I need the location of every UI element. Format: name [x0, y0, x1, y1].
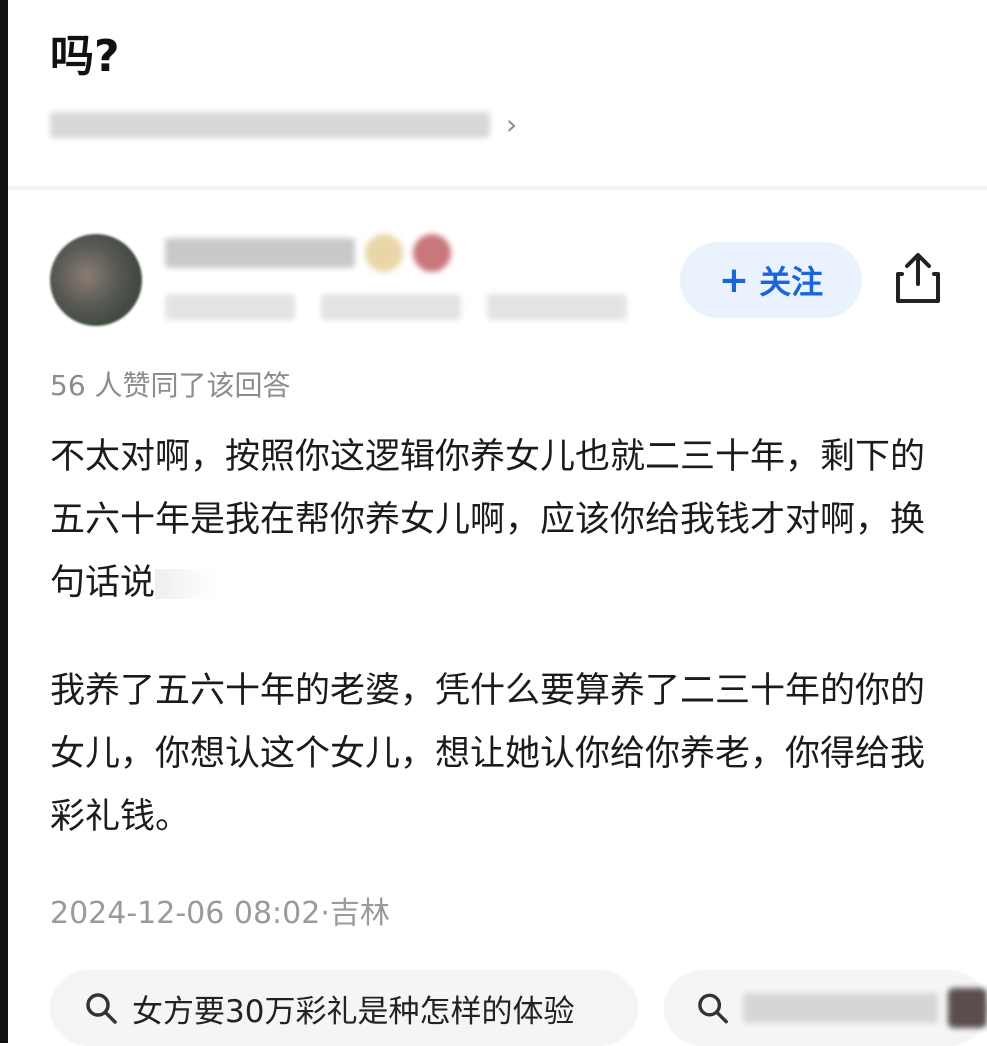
redacted-text: [165, 294, 295, 320]
redacted-thumbnail: [948, 988, 987, 1028]
author-subtitle-redacted: [165, 294, 627, 320]
author-avatar[interactable]: [50, 234, 142, 326]
text-fade-overlay: [155, 569, 216, 599]
section-divider: [8, 186, 987, 190]
plus-icon: +: [718, 259, 750, 301]
chevron-right-icon: ›: [506, 108, 518, 141]
answer-likes-count: 56 人赞同了该回答: [50, 369, 291, 402]
follow-label: 关注: [759, 263, 824, 301]
redacted-text: [743, 993, 939, 1023]
search-icon: [86, 993, 117, 1024]
follow-button[interactable]: + 关注: [680, 242, 862, 318]
related-search-chip[interactable]: 女方要30万彩礼是种怎样的体验: [50, 970, 638, 1046]
author-name-row[interactable]: [165, 234, 451, 272]
question-meta-redacted[interactable]: ›: [50, 108, 517, 141]
answer-paragraph: 不太对啊，按照你这逻辑你养女儿也就二三十年，剩下的五六十年是我在帮你养女儿啊，应…: [50, 426, 940, 615]
answer-timestamp: 2024-12-06 08:02·吉林: [50, 896, 390, 931]
related-search-label: 女方要30万彩礼是种怎样的体验: [132, 993, 575, 1030]
search-icon: [698, 993, 728, 1024]
related-search-chip[interactable]: [664, 970, 987, 1046]
question-title[interactable]: 吗?: [50, 20, 120, 84]
redacted-text: [50, 111, 490, 138]
redacted-author-name: [165, 238, 355, 268]
left-edge-border: [0, 0, 8, 1043]
author-badge-icon: [413, 234, 451, 272]
share-icon[interactable]: [892, 250, 944, 306]
answer-paragraph: 我养了五六十年的老婆，凭什么要算养了二三十年的你的女儿，你想认这个女儿，想让她认…: [50, 671, 926, 837]
redacted-text: [487, 294, 627, 320]
author-badge-icon: [365, 234, 403, 272]
redacted-text: [321, 294, 461, 320]
